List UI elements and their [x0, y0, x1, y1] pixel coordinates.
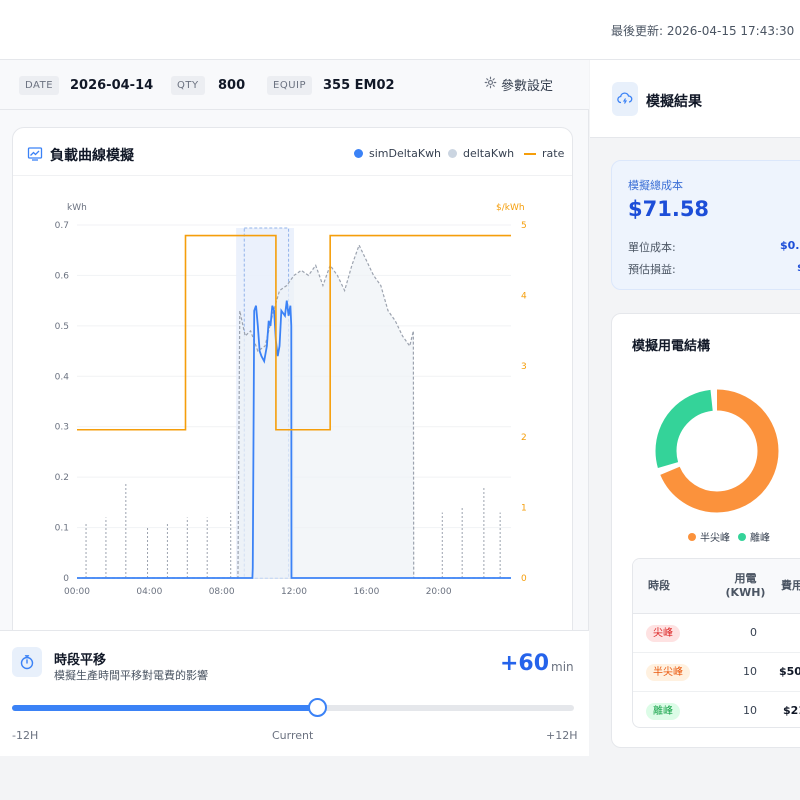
- y-left-tick-label: 0.7: [55, 221, 69, 231]
- settings-button[interactable]: 參數設定: [484, 75, 553, 94]
- y-right-tick-label: 2: [521, 433, 527, 443]
- y-left-tick-label: 0.6: [55, 271, 70, 281]
- slider-label-min: -12H: [12, 729, 39, 742]
- left-panel: DATE 2026-04-14 QTY 800 EQUIP 355 EM02 參…: [0, 60, 589, 760]
- qty-chip: QTY: [171, 76, 205, 95]
- shift-slider-fill: [12, 705, 317, 711]
- date-chip: DATE: [19, 76, 60, 95]
- y-left-tick-label: 0.3: [55, 423, 69, 433]
- table-row: 尖峰 0: [633, 614, 800, 653]
- equip-chip: EQUIP: [267, 76, 312, 95]
- donut-legend-off-peak[interactable]: 離峰: [738, 529, 770, 544]
- col-header-fee: 費用: [781, 579, 800, 592]
- period-tag-mid-peak: 半尖峰: [646, 664, 690, 681]
- gear-icon: [484, 76, 497, 93]
- y-left-unit: kWh: [67, 203, 87, 213]
- qty-value: 800: [218, 78, 246, 93]
- y-right-tick-label: 4: [521, 292, 527, 302]
- col-header-period: 時段: [648, 579, 670, 592]
- bottom-bar: [0, 756, 800, 800]
- unit-cost-label: 單位成本:: [628, 241, 676, 254]
- total-cost-card: 模擬總成本 $71.58 單位成本: $0.0 預估損益: $: [611, 160, 800, 290]
- total-cost-label: 模擬總成本: [628, 179, 683, 192]
- y-right-tick-label: 3: [521, 362, 527, 372]
- results-title: 模擬結果: [646, 94, 702, 110]
- shift-slider-thumb[interactable]: [307, 698, 327, 717]
- load-curve-card: 負載曲線模擬 simDeltaKwh deltaKwh rate 0.7 0.6 0…: [12, 127, 573, 673]
- donut-legend-off-peak-label: 離峰: [750, 533, 770, 544]
- shift-title: 時段平移: [54, 653, 107, 668]
- table-header: 時段 用電 (KWH) 費用: [633, 559, 800, 614]
- y-left-tick-label: 0.2: [55, 473, 69, 483]
- shift-subtitle: 模擬生產時間平移對電費的影響: [54, 669, 208, 682]
- usage-structure-card: 模擬用電結構 半尖峰 離峰 時段 用電 (KWH) 費用 尖峰 0 半尖峰 10: [611, 313, 800, 748]
- y-left-tick-label: 0.1: [55, 524, 69, 534]
- donut-legend-mid-peak-label: 半尖峰: [700, 533, 730, 544]
- y-right-tick-label: 0: [521, 574, 527, 584]
- results-header: 模擬結果: [590, 60, 800, 138]
- x-tick-label: 20:00: [426, 587, 452, 597]
- slider-label-max: +12H: [546, 729, 578, 742]
- settings-label: 參數設定: [501, 79, 554, 94]
- top-bar: 最後更新: 2026-04-15 17:43:30: [0, 0, 800, 60]
- delta-area: [77, 245, 511, 578]
- donut-legend-mid-peak[interactable]: 半尖峰: [688, 529, 730, 544]
- unit-cost-value: $0.0: [780, 239, 800, 252]
- x-tick-label: 00:00: [64, 587, 90, 597]
- results-panel: 模擬結果 模擬總成本 $71.58 單位成本: $0.0 預估損益: $ 模擬用…: [590, 60, 800, 760]
- total-cost-value: $71.58: [628, 197, 710, 221]
- load-curve-chart: 0.7 0.6 0.5 0.4 0.3 0.2 0.1 0 5 4 3 2 1 0 kWh $/kWh 00:0…: [55, 203, 527, 597]
- cloud-icon: [612, 82, 638, 116]
- x-tick-label: 12:00: [281, 587, 307, 597]
- table-row: 半尖峰 10 $50.: [633, 653, 800, 692]
- usage-table: 時段 用電 (KWH) 費用 尖峰 0 半尖峰 10 $50. 離峰 10 $2…: [632, 558, 800, 728]
- shift-slider-track[interactable]: [12, 705, 574, 711]
- fee-cell: $21: [783, 704, 800, 717]
- y-right-unit: $/kWh: [496, 203, 525, 213]
- period-tag-peak: 尖峰: [646, 625, 680, 642]
- stopwatch-icon: [12, 647, 42, 677]
- kwh-cell: 10: [743, 704, 757, 717]
- y-right-tick-label: 1: [521, 503, 527, 513]
- table-row: 離峰 10 $21: [633, 692, 800, 727]
- estimated-loss-label: 預估損益:: [628, 263, 676, 276]
- donut-legend-mid-peak-marker: [688, 532, 696, 541]
- shift-value: +60: [500, 651, 550, 676]
- x-tick-label: 04:00: [136, 587, 162, 597]
- y-left-tick-label: 0: [63, 574, 69, 584]
- last-updated-text: 最後更新: 2026-04-15 17:43:30: [611, 24, 795, 38]
- date-value: 2026-04-14: [70, 78, 154, 93]
- x-tick-label: 16:00: [353, 587, 379, 597]
- kwh-cell: 10: [743, 665, 757, 678]
- shift-unit: min: [551, 660, 574, 674]
- donut-legend-off-peak-marker: [738, 532, 746, 541]
- period-tag-off-peak: 離峰: [646, 703, 680, 720]
- y-right-tick-label: 5: [521, 221, 527, 231]
- y-left-tick-label: 0.5: [55, 322, 69, 332]
- col-header-kwh: 用電 (KWH): [725, 572, 766, 599]
- kwh-cell: 0: [750, 626, 757, 639]
- time-shift-panel: 時段平移 模擬生產時間平移對電費的影響 +60 min -12H Current…: [0, 630, 589, 760]
- y-left-tick-label: 0.4: [55, 372, 70, 382]
- equip-value: 355 EM02: [323, 78, 395, 93]
- x-tick-label: 08:00: [209, 587, 235, 597]
- fee-cell: $50.: [779, 665, 800, 678]
- structure-title: 模擬用電結構: [632, 339, 711, 354]
- slider-label-current: Current: [272, 729, 314, 742]
- params-bar: DATE 2026-04-14 QTY 800 EQUIP 355 EM02 參…: [0, 60, 589, 110]
